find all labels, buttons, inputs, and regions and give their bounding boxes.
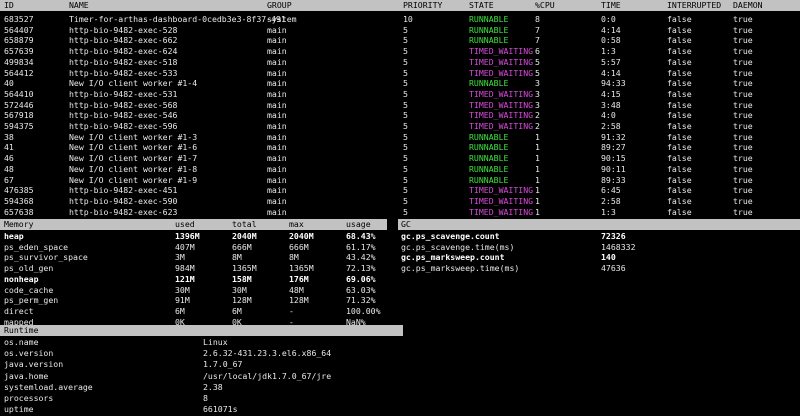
runtime-property: processors — [4, 393, 54, 403]
thread-row: 657638 http-bio-9482-exec-623 main 5 TIMED_W… — [0, 207, 800, 219]
col-max-header: max — [289, 219, 304, 229]
thread-table-header: ID NAME GROUP PRIORITY STATE %CPU TIME I… — [0, 0, 800, 11]
thread-daemon: true — [733, 206, 753, 217]
runtime-value: Linux — [203, 337, 228, 347]
runtime-value: 1.7.0_67 — [203, 359, 243, 370]
col-priority-header: PRIORITY — [403, 0, 443, 10]
runtime-value: 661071s — [203, 404, 238, 415]
thread-name: http-bio-9482-exec-623 — [69, 206, 178, 217]
col-group-header: GROUP — [267, 0, 292, 10]
thread-priority: 5 — [403, 206, 408, 217]
col-state-header: STATE — [469, 0, 494, 10]
col-daemon-header: DAEMON — [733, 0, 763, 10]
col-time-header: TIME — [601, 0, 621, 10]
memory-panel-header: Memory used total max usage — [0, 219, 387, 230]
runtime-property: systemload.average — [4, 381, 93, 392]
gc-metric-value: 47636 — [601, 263, 626, 274]
runtime-title: Runtime — [4, 325, 39, 335]
col-cpu-header: %CPU — [535, 0, 555, 10]
thread-id: 657638 — [4, 206, 34, 217]
runtime-property: os.version — [4, 348, 54, 359]
col-name-header: NAME — [69, 0, 89, 10]
gc-panel-header: GC — [398, 219, 800, 230]
runtime-property: java.version — [4, 359, 64, 370]
col-total-header: total — [232, 219, 257, 229]
gc-metric-name: gc.ps_marksweep.time(ms) — [401, 263, 520, 274]
thread-time: 1:3 — [601, 206, 616, 217]
runtime-property: os.name — [4, 337, 39, 347]
thread-interrupted: false — [667, 206, 692, 217]
runtime-value: 8 — [203, 393, 208, 403]
runtime-value: 2.6.32-431.23.3.el6.x86_64 — [203, 348, 332, 359]
runtime-value: /usr/local/jdk1.7.0_67/jre — [203, 370, 332, 381]
col-used-header: used — [175, 219, 195, 229]
col-usage-header: usage — [346, 219, 371, 229]
thread-group: main — [267, 206, 287, 217]
col-id-header: ID — [4, 0, 14, 10]
gc-title: GC — [401, 219, 411, 229]
runtime-value: 2.38 — [203, 381, 223, 392]
runtime-property: java.home — [4, 370, 49, 381]
runtime-panel-header: Runtime — [0, 325, 403, 336]
runtime-property: uptime — [4, 404, 34, 415]
thread-cpu: 1 — [535, 206, 540, 217]
thread-state: TIMED_WAITING — [469, 206, 534, 217]
memory-title: Memory — [4, 219, 34, 229]
col-interrupted-header: INTERRUPTED — [667, 0, 722, 10]
